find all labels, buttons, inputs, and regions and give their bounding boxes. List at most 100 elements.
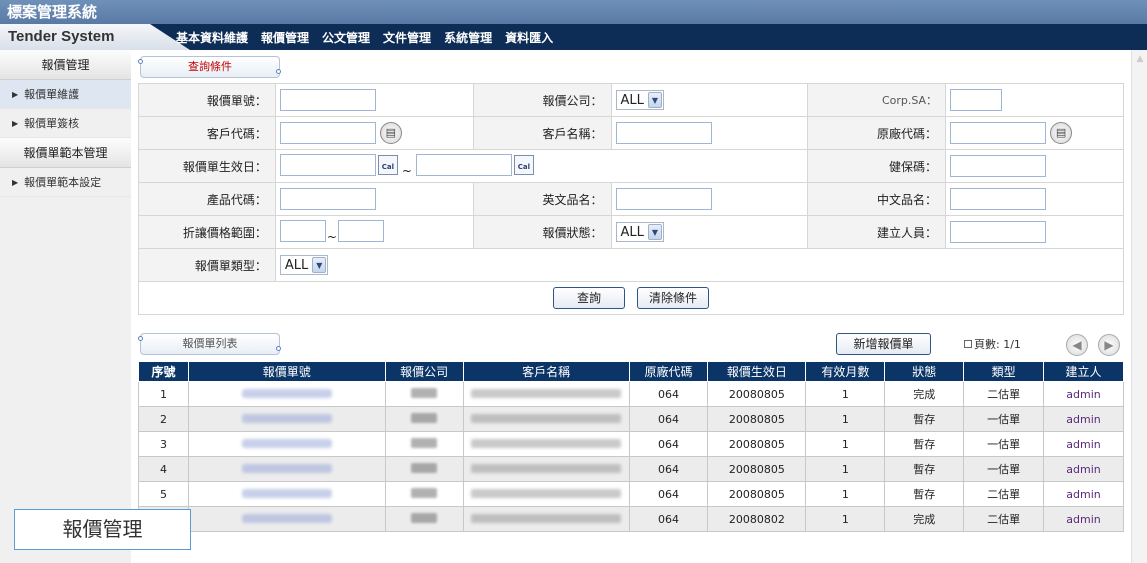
range-separator: ~: [326, 229, 337, 244]
quote-no-input[interactable]: [279, 89, 376, 111]
cell-quote-no[interactable]: [187, 406, 386, 432]
redacted-text: [471, 463, 622, 473]
col-customer-name[interactable]: 客戶名稱: [462, 361, 630, 382]
discount-max-input[interactable]: [337, 220, 384, 243]
search-button[interactable]: 查詢: [553, 287, 625, 309]
top-nav-bar: Tender System 基本資料維護 報價管理 公文管理 文件管理 系統管理…: [0, 24, 1147, 50]
english-name-input[interactable]: [615, 188, 712, 210]
brand-label: Tender System: [8, 28, 115, 45]
col-seq[interactable]: 序號: [138, 361, 189, 382]
factory-lookup-icon[interactable]: ▤: [1050, 122, 1073, 144]
sidebar-item-quote-maintain[interactable]: ▶ 報價單維護: [0, 80, 131, 109]
sidebar-item-quote-approve[interactable]: ▶ 報價單簽核: [0, 109, 131, 138]
prev-page-icon[interactable]: ◀: [1066, 334, 1088, 356]
calendar-icon[interactable]: Cal: [513, 155, 534, 176]
cell-type: 二估單: [963, 481, 1045, 507]
menu-basic-data[interactable]: 基本資料維護: [176, 24, 248, 50]
col-months[interactable]: 有效月數: [805, 361, 886, 382]
table-row[interactable]: 5 064 20080805 1 暫存 二估單 admin: [138, 481, 1124, 507]
cell-customer-name: [462, 431, 630, 457]
cell-quote-no[interactable]: [187, 456, 386, 482]
table-row[interactable]: 2 064 20080805 1 暫存 一估單 admin: [138, 406, 1124, 432]
quote-company-select[interactable]: ALL ▼: [615, 90, 664, 110]
table-row[interactable]: 4 064 20080805 1 暫存 一估單 admin: [138, 456, 1124, 482]
scroll-up-icon[interactable]: ▲: [1132, 54, 1147, 66]
cell-factory-code: 064: [628, 406, 709, 432]
redacted-text: [411, 387, 438, 398]
cell-seq: 5: [138, 481, 189, 507]
cell-company: [384, 456, 464, 482]
brand-tab: Tender System: [0, 24, 190, 50]
cell-creator: admin: [1043, 506, 1124, 532]
caret-right-icon: ▶: [12, 119, 19, 128]
sidebar-item-template-settings[interactable]: ▶ 報價單範本設定: [0, 168, 131, 197]
label-creator: 建立人員：: [807, 215, 947, 249]
cell-creator: admin: [1043, 481, 1124, 507]
sidebar-item-label: 報價單簽核: [24, 117, 80, 130]
redacted-text: [411, 462, 438, 473]
table-row[interactable]: 6064200808021完成二估單admin: [138, 506, 1124, 532]
pager-label: 頁數: 1/1: [974, 338, 1021, 351]
date-to-input[interactable]: [415, 154, 512, 177]
cell-quote-no[interactable]: [187, 381, 386, 407]
cell-status: 暫存: [884, 406, 965, 432]
customer-code-input[interactable]: [279, 122, 376, 144]
col-company[interactable]: 報價公司: [384, 361, 464, 382]
cell-seq: 4: [138, 456, 189, 482]
redacted-text: [241, 413, 332, 423]
col-type[interactable]: 類型: [963, 361, 1045, 382]
vertical-scrollbar[interactable]: ▲: [1131, 50, 1147, 563]
sidebar-section-quote: 報價管理: [0, 50, 131, 80]
chinese-name-input[interactable]: [950, 188, 1047, 210]
label-factory-code: 原廠代碼：: [807, 116, 947, 150]
corp-sa-input[interactable]: [950, 89, 1003, 111]
new-quote-button[interactable]: 新增報價單: [836, 333, 931, 355]
col-effective-date[interactable]: 報價生效日: [707, 361, 807, 382]
customer-name-input[interactable]: [615, 122, 712, 144]
creator-input[interactable]: [950, 221, 1047, 243]
cell-creator: admin: [1043, 381, 1124, 407]
discount-min-input[interactable]: [279, 220, 326, 243]
calendar-icon[interactable]: Cal: [377, 155, 398, 176]
redacted-text: [411, 487, 438, 498]
quote-type-select[interactable]: ALL ▼: [279, 255, 329, 275]
caret-right-icon: ▶: [12, 178, 19, 187]
range-separator: ~: [401, 163, 412, 178]
menu-quote-management[interactable]: 報價管理: [261, 24, 309, 50]
tab-bullet-icon: [276, 346, 281, 351]
col-factory-code[interactable]: 原廠代碼: [628, 361, 709, 382]
cell-months: 1: [805, 431, 886, 457]
menu-document-management[interactable]: 文件管理: [383, 24, 431, 50]
cell-effective-date: 20080805: [707, 406, 807, 432]
redacted-text: [471, 438, 622, 448]
col-quote-no[interactable]: 報價單號: [187, 361, 386, 382]
clear-button[interactable]: 清除條件: [637, 287, 709, 309]
cell-effective-date: 20080805: [707, 381, 807, 407]
redacted-text: [241, 463, 332, 473]
cell-quote-no[interactable]: [187, 506, 386, 532]
cell-effective-date: 20080802: [707, 506, 807, 532]
customer-lookup-icon[interactable]: ▤: [379, 122, 402, 144]
cell-factory-code: 064: [628, 381, 709, 407]
quote-status-select[interactable]: ALL ▼: [615, 222, 664, 242]
app-title: 標案管理系統: [0, 0, 1147, 24]
date-from-input[interactable]: [279, 154, 376, 177]
col-creator[interactable]: 建立人: [1043, 361, 1124, 382]
cell-customer-name: [462, 506, 630, 532]
cell-effective-date: 20080805: [707, 431, 807, 457]
table-row[interactable]: 3 064 20080805 1 暫存 一估單 admin: [138, 431, 1124, 457]
cell-quote-no[interactable]: [187, 431, 386, 457]
warranty-code-input[interactable]: [950, 155, 1047, 177]
tab-bullet-icon: [276, 69, 281, 74]
factory-code-input[interactable]: [950, 122, 1047, 144]
col-status[interactable]: 狀態: [884, 361, 965, 382]
redacted-text: [241, 488, 332, 498]
product-code-input[interactable]: [279, 188, 376, 210]
table-row[interactable]: 1 064 20080805 1 完成 二估單 admin: [138, 381, 1124, 407]
menu-system-management[interactable]: 系統管理: [444, 24, 492, 50]
next-page-icon[interactable]: ▶: [1098, 334, 1120, 356]
cell-quote-no[interactable]: [187, 481, 386, 507]
cell-months: 1: [805, 381, 886, 407]
menu-document-official[interactable]: 公文管理: [322, 24, 370, 50]
menu-data-import[interactable]: 資料匯入: [505, 24, 553, 50]
